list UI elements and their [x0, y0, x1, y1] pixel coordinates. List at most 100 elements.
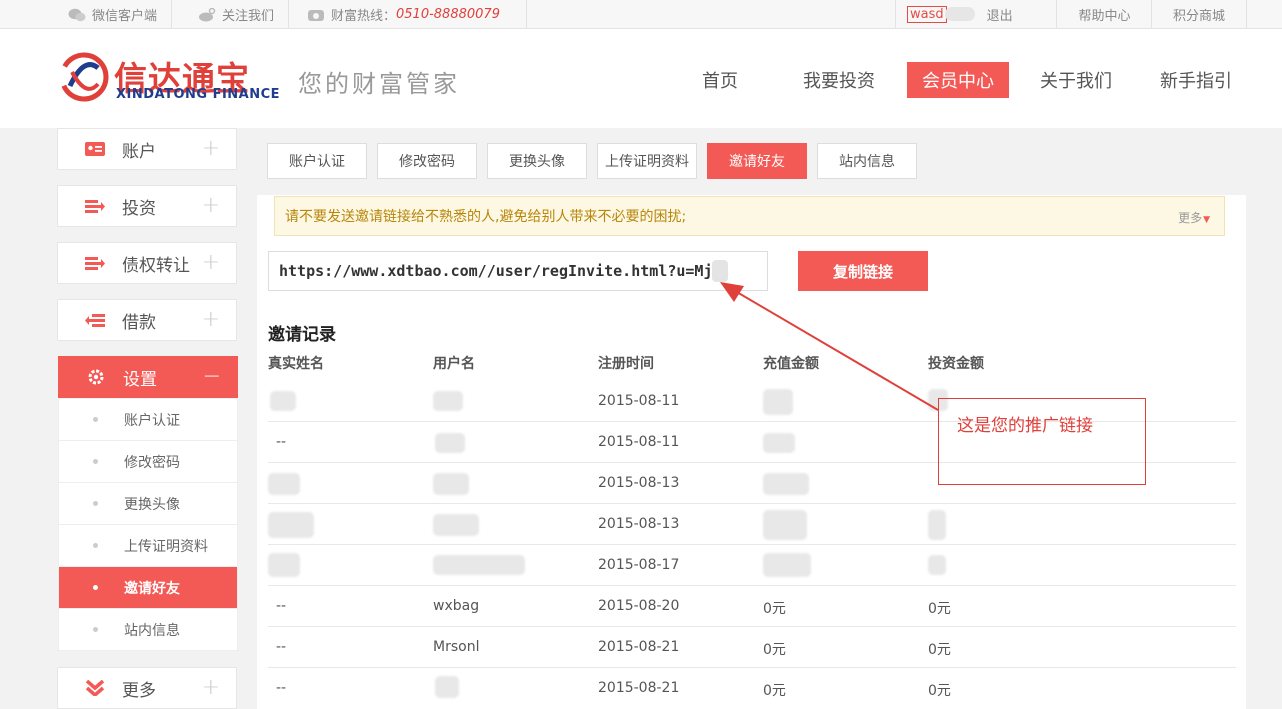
invite-link-text: https://www.xdtbao.com//user/regInvite.h…: [279, 262, 713, 280]
tab-change-avatar[interactable]: 更换头像: [487, 143, 587, 179]
bullet-icon: [93, 585, 98, 590]
caret-down-icon: ▼: [1203, 215, 1210, 225]
expand-icon: +: [201, 307, 220, 332]
weibo-icon: [199, 7, 216, 21]
privacy-mask: [268, 553, 300, 577]
tab-change-password[interactable]: 修改密码: [377, 143, 477, 179]
cell-date: 2015-08-11: [598, 393, 680, 409]
wechat-icon: [68, 8, 86, 21]
sidebar-sub-avatar[interactable]: 更换头像: [58, 483, 238, 525]
follow-label: 关注我们: [222, 9, 275, 24]
sidebar-invest-label: 投资: [122, 198, 156, 219]
bullet-icon: [93, 501, 98, 506]
logo-icon[interactable]: [58, 52, 110, 102]
tab-upload-proof[interactable]: 上传证明资料: [597, 143, 697, 179]
sub-label: 修改密码: [124, 454, 180, 471]
transfer-icon: [85, 257, 105, 270]
sub-label: 站内信息: [124, 622, 180, 639]
sidebar-item-settings[interactable]: 设置 −: [58, 356, 238, 398]
wechat-client-link[interactable]: 微信客户端: [68, 0, 173, 29]
collapse-icon: −: [202, 364, 221, 389]
sidebar-sub-verify[interactable]: 账户认证: [58, 399, 238, 441]
privacy-mask: [268, 512, 314, 538]
sidebar-item-transfer[interactable]: 债权转让 +: [57, 242, 237, 284]
sidebar-item-invest[interactable]: 投资 +: [57, 185, 237, 227]
privacy-mask: [928, 510, 946, 540]
notice-more-link[interactable]: 更多▼: [1178, 209, 1210, 226]
privacy-mask: [435, 433, 465, 453]
sidebar-sub-upload[interactable]: 上传证明资料: [58, 525, 238, 567]
cell-username: Mrsonl: [433, 639, 480, 655]
bullet-icon: [93, 459, 98, 464]
annotation-arrow: [720, 282, 939, 411]
hotline-number: 0510-88880079: [396, 7, 500, 22]
sub-label: 账户认证: [124, 412, 180, 429]
wechat-label: 微信客户端: [92, 9, 158, 24]
slogan: 您的财富管家: [298, 70, 460, 98]
expand-icon: +: [201, 136, 220, 161]
cell-recharge: 0元: [763, 683, 786, 699]
privacy-mask: [270, 391, 296, 411]
cell-date: 2015-08-21: [598, 639, 680, 655]
help-center-link[interactable]: 帮助中心: [1056, 0, 1152, 29]
annotation-text: 这是您的推广链接: [957, 416, 1093, 436]
cell-invest: 0元: [928, 683, 951, 699]
sidebar-sub-password[interactable]: 修改密码: [58, 441, 238, 483]
sidebar-settings-label: 设置: [123, 369, 157, 390]
bullet-icon: [93, 627, 98, 632]
expand-icon: +: [201, 193, 220, 218]
logo-subtitle: XINDATONG FINANCE: [116, 87, 281, 102]
notice-more-label: 更多: [1178, 211, 1203, 225]
cell-invest: 0元: [928, 601, 951, 617]
sidebar-sub-invite[interactable]: 邀请好友: [58, 567, 238, 609]
cell-invest: 0元: [928, 642, 951, 658]
privacy-mask: [268, 473, 300, 495]
nav-guide[interactable]: 新手指引: [1150, 62, 1242, 98]
col-real-name: 真实姓名: [268, 356, 324, 372]
col-username: 用户名: [433, 356, 475, 372]
table-row: 2015-08-13: [268, 504, 1236, 545]
sub-label: 上传证明资料: [124, 538, 208, 555]
nav-member-center[interactable]: 会员中心: [907, 62, 1009, 98]
cell-username: wxbag: [433, 598, 480, 614]
tab-account-verify[interactable]: 账户认证: [267, 143, 367, 179]
logout-link[interactable]: 退出: [987, 5, 1013, 24]
sidebar-item-account[interactable]: 账户 +: [57, 128, 237, 170]
table-row: 2015-08-17: [268, 545, 1236, 586]
gear-icon: [88, 369, 104, 385]
cell-name: --: [276, 434, 287, 450]
tab-site-messages[interactable]: 站内信息: [817, 143, 917, 179]
cell-date: 2015-08-20: [598, 598, 680, 614]
sidebar-item-more[interactable]: 更多 +: [57, 667, 237, 709]
nav-invest[interactable]: 我要投资: [793, 62, 885, 98]
privacy-mask: [763, 473, 809, 495]
privacy-mask: [433, 473, 469, 495]
cell-name: --: [276, 639, 287, 655]
sidebar-borrow-label: 借款: [122, 312, 156, 333]
cell-recharge: 0元: [763, 642, 786, 658]
privacy-mask: [928, 555, 946, 575]
nav-about[interactable]: 关于我们: [1030, 62, 1122, 98]
nav-home[interactable]: 首页: [683, 62, 757, 98]
tab-invite-friends[interactable]: 邀请好友: [707, 143, 807, 179]
user-area: wasd 退出: [895, 0, 1057, 29]
cell-name: --: [276, 598, 287, 614]
table-row: -- Mrsonl 2015-08-21 0元 0元: [268, 627, 1236, 668]
points-mall-link[interactable]: 积分商城: [1151, 0, 1247, 29]
sub-label: 更换头像: [124, 496, 180, 513]
sidebar-account-label: 账户: [122, 141, 156, 162]
invite-link-field[interactable]: https://www.xdtbao.com//user/regInvite.h…: [268, 251, 768, 291]
expand-icon: +: [201, 675, 220, 700]
phone-icon: [308, 9, 324, 21]
invest-icon: [85, 200, 105, 213]
username: wasd: [907, 5, 947, 23]
sidebar-sub-messages[interactable]: 站内信息: [58, 609, 238, 651]
username-link[interactable]: wasd: [907, 5, 975, 23]
cell-date: 2015-08-21: [598, 680, 680, 696]
privacy-mask: [433, 555, 525, 575]
double-chevron-down-icon: [85, 680, 105, 696]
sidebar-item-borrow[interactable]: 借款 +: [57, 299, 237, 341]
privacy-mask: [433, 391, 463, 411]
follow-us-link[interactable]: 关注我们: [198, 0, 290, 29]
records-title: 邀请记录: [268, 325, 336, 345]
